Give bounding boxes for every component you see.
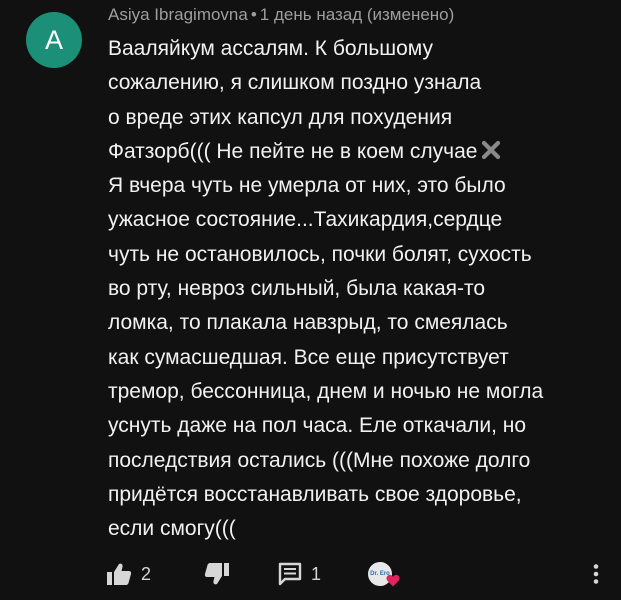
- heart-icon: [386, 574, 400, 587]
- comment-line-with-emoji: Фатзорб((( Не пейте не в коем случае: [108, 135, 613, 169]
- comment-line: ужасное состояние...Тахикардия,сердце: [108, 208, 503, 232]
- comment-line: во рту, невроз сильный, была какая-то: [108, 277, 486, 301]
- comment-line: сожалению, я слишком поздно узнала: [108, 71, 482, 95]
- comment-timestamp[interactable]: 1 день назад (изменено): [260, 5, 455, 24]
- comment-line: чуть не остановилось, почки болят, сухос…: [108, 242, 532, 266]
- cross-mark-icon: [481, 137, 501, 159]
- avatar[interactable]: A: [26, 12, 82, 68]
- thumbs-up-icon: [106, 562, 132, 586]
- author-name[interactable]: Asiya Ibragimovna: [108, 5, 248, 24]
- comment-line-text: Фатзорб((( Не пейте не в коем случае: [108, 139, 478, 163]
- comment-line: Вааляйкум ассалям. К большому: [108, 37, 433, 60]
- avatar-letter: A: [44, 24, 63, 55]
- comment-line: о вреде этих капсул для похудения: [108, 105, 453, 129]
- comment-line: Я вчера чуть не умерла от них, это было: [108, 174, 506, 198]
- dislike-button[interactable]: [204, 556, 230, 592]
- meta-separator: •: [250, 5, 257, 24]
- comment-line: ломка, то плакала навзрыд, то смеялась: [108, 311, 508, 335]
- reply-count: 1: [311, 563, 322, 584]
- comment-line: как сумасшедшая. Все еще присутствует: [108, 345, 509, 369]
- creator-avatar: Dr. Ero: [368, 562, 400, 587]
- more-vertical-icon: [584, 562, 608, 586]
- comment-line: последствия остались (((Мне похоже долго: [108, 448, 531, 472]
- comment-actions: 2 1 Dr. Ero: [0, 556, 621, 592]
- comment-icon: [278, 562, 302, 586]
- comment-text: Вааляйкум ассалям. К большому сожалению,…: [108, 32, 613, 546]
- creator-heart-badge: Dr. Ero: [368, 556, 400, 592]
- reply-button[interactable]: 1: [278, 556, 321, 592]
- more-options-button[interactable]: [584, 556, 608, 592]
- like-count: 2: [141, 563, 152, 584]
- thumbs-down-icon: [204, 562, 230, 586]
- like-button[interactable]: 2: [106, 556, 151, 592]
- comment-line: тремор, бессонница, днем и ночью не могл…: [108, 379, 544, 403]
- comment-line: придётся восстанавливать свое здоровье,: [108, 482, 522, 506]
- comment-header: Asiya Ibragimovna • 1 день назад (изменено…: [108, 5, 454, 25]
- comment-line: если смогу(((: [108, 517, 236, 541]
- comment-line: уснуть даже на пол часа. Еле откачали, н…: [108, 414, 527, 438]
- comment-item: A Asiya Ibragimovna • 1 день назад (измене…: [0, 0, 621, 600]
